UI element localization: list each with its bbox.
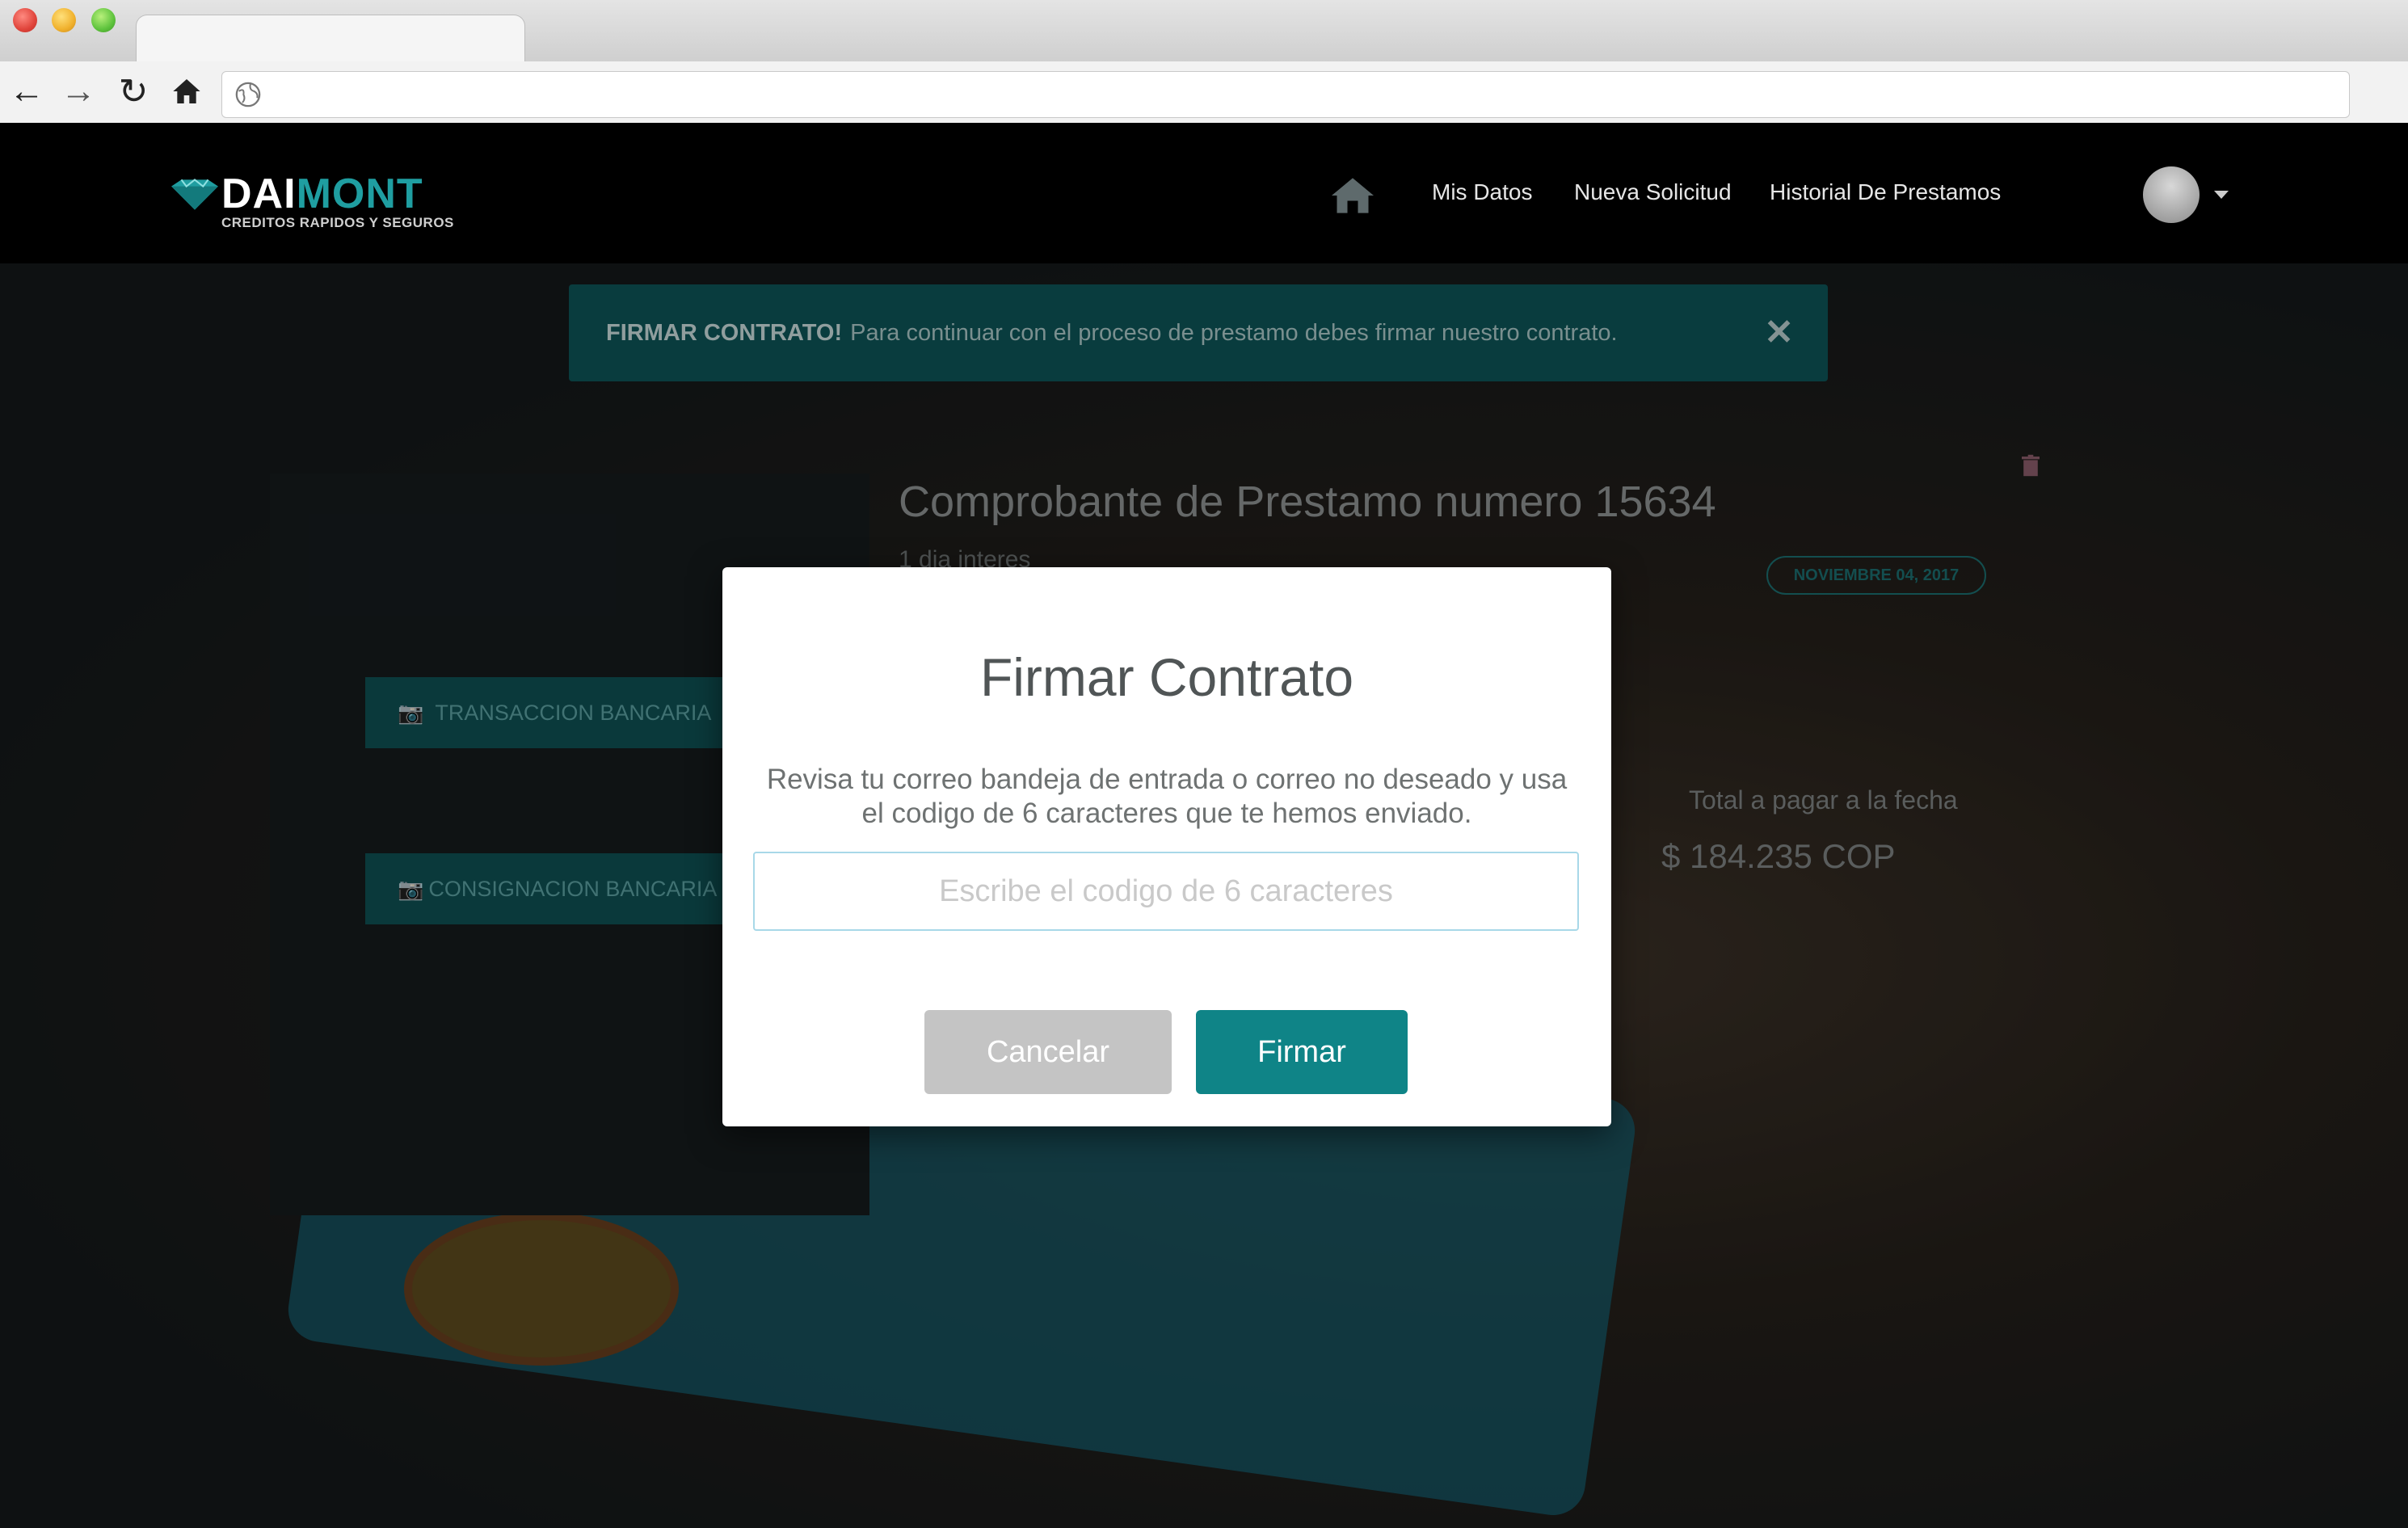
logo-wordmark[interactable]: DAIMONT — [221, 170, 423, 218]
logo-main-text: DAI — [221, 170, 297, 217]
window-minimize-button[interactable] — [52, 8, 76, 32]
nav-mis-datos[interactable]: Mis Datos — [1432, 179, 1532, 205]
nav-nueva-solicitud[interactable]: Nueva Solicitud — [1574, 179, 1732, 205]
forward-arrow-icon[interactable]: → — [58, 71, 99, 112]
back-arrow-icon[interactable]: ← — [6, 71, 47, 112]
user-avatar[interactable] — [2143, 166, 2200, 223]
reload-icon[interactable]: ↻ — [113, 71, 154, 112]
modal-title: Firmar Contrato — [979, 647, 1354, 707]
window-zoom-button[interactable] — [91, 8, 116, 32]
home-icon[interactable] — [1332, 176, 1374, 215]
logo-accent-text: MONT — [296, 170, 423, 217]
modal-instructions: Revisa tu correo bandeja de entrada o co… — [766, 764, 1568, 829]
diamond-logo-icon[interactable] — [170, 176, 220, 213]
nav-historial-prestamos[interactable]: Historial De Prestamos — [1770, 179, 2001, 205]
cancel-button[interactable]: Cancelar — [924, 1010, 1172, 1094]
window-close-button[interactable] — [13, 8, 37, 32]
logo-tagline: CREDITOS RAPIDOS Y SEGUROS — [221, 215, 454, 230]
sign-contract-modal: Firmar Contrato Revisa tu correo bandeja… — [722, 567, 1611, 1126]
browser-tab[interactable] — [136, 15, 525, 62]
sign-button[interactable]: Firmar — [1196, 1010, 1408, 1094]
code-input[interactable] — [753, 852, 1579, 931]
chevron-down-icon[interactable] — [2214, 191, 2229, 199]
globe-icon — [235, 82, 261, 107]
address-bar[interactable] — [221, 71, 2350, 118]
browser-home-icon[interactable] — [166, 71, 207, 112]
